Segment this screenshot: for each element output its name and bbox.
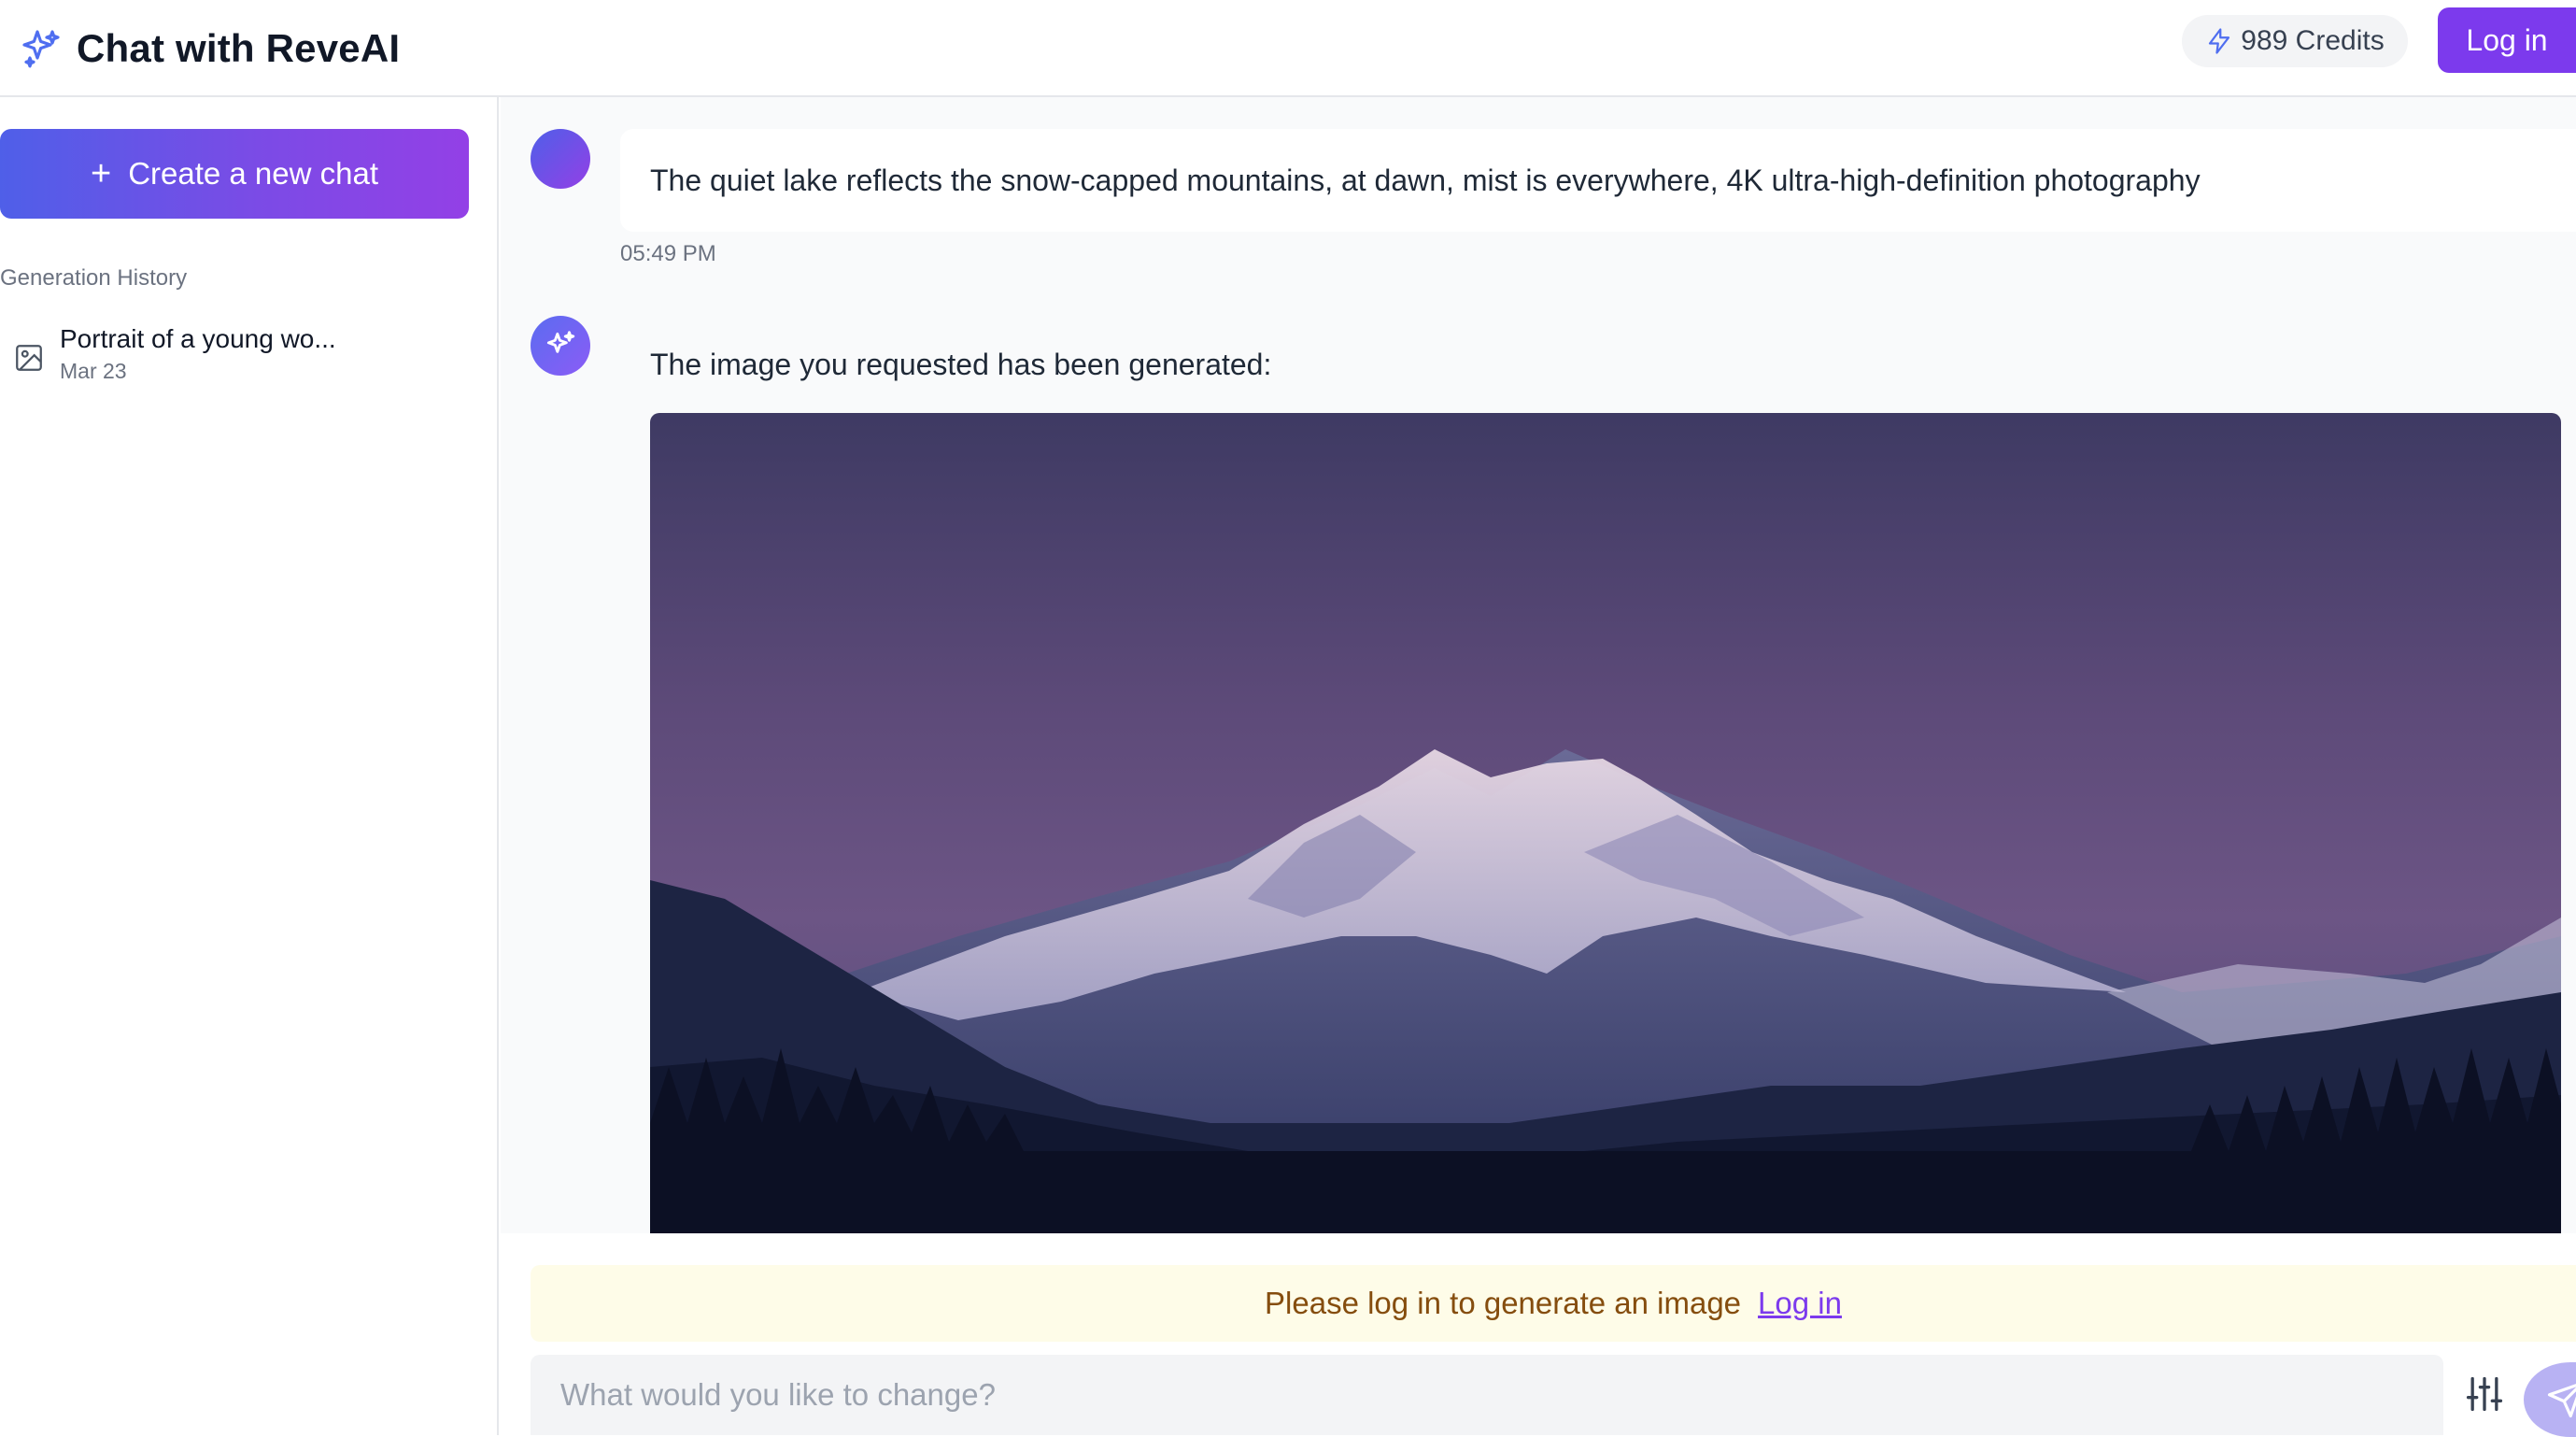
sparkles-icon [546, 331, 575, 353]
credits-label: 989 Credits [2241, 25, 2385, 56]
history-item[interactable]: Portrait of a young wo... Mar 23 [13, 323, 480, 398]
history-item-date: Mar 23 [60, 359, 127, 383]
history-item-text: Portrait of a young wo... Mar 23 [60, 323, 336, 398]
generation-history-heading: Generation History [0, 265, 188, 291]
sliders-icon[interactable] [2464, 1373, 2505, 1415]
create-new-chat-label: Create a new chat [128, 156, 379, 191]
user-prompt-text: The quiet lake reflects the snow-capped … [650, 163, 2201, 197]
message-timestamp: 05:49 PM [620, 241, 716, 266]
login-notice: Please log in to generate an image Log i… [531, 1265, 2576, 1342]
lightning-icon [2209, 28, 2230, 54]
chat-area[interactable]: The quiet lake reflects the snow-capped … [501, 97, 2576, 1233]
login-notice-text: Please log in to generate an image [1265, 1286, 1742, 1320]
ai-message: The image you requested has been generat… [650, 348, 1272, 381]
sidebar: + Create a new chat Generation History P… [0, 97, 499, 1435]
history-item-title: Portrait of a young wo... [60, 324, 336, 353]
ai-avatar [531, 316, 590, 376]
user-avatar [531, 129, 590, 189]
generated-image[interactable] [650, 413, 2561, 1233]
app-title: Chat with ReveAI [77, 26, 401, 70]
create-new-chat-button[interactable]: + Create a new chat [0, 129, 469, 219]
mountain-landscape-image [650, 413, 2561, 1233]
sparkles-icon [22, 30, 60, 68]
credits-badge[interactable]: 989 Credits [2182, 15, 2408, 67]
brand[interactable]: Chat with ReveAI [19, 17, 400, 80]
prompt-placeholder: What would you like to change? [560, 1377, 996, 1412]
image-icon [16, 345, 42, 371]
user-message: The quiet lake reflects the snow-capped … [620, 129, 2576, 232]
prompt-input[interactable]: What would you like to change? [531, 1355, 2443, 1435]
send-button[interactable] [2524, 1362, 2576, 1437]
composer: Please log in to generate an image Log i… [501, 1233, 2576, 1437]
login-link[interactable]: Log in [1758, 1286, 1842, 1321]
plus-icon: + [90, 153, 112, 193]
login-button[interactable]: Log in [2438, 7, 2576, 73]
send-icon [2547, 1384, 2576, 1418]
top-header: Chat with ReveAI 989 Credits Log in [0, 0, 2576, 97]
